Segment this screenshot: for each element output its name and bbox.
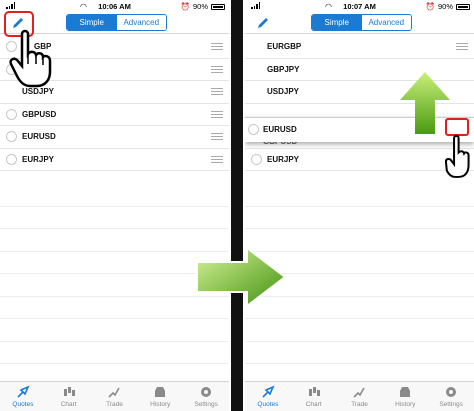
segment-simple[interactable]: Simple bbox=[312, 15, 362, 30]
settings-icon bbox=[446, 387, 457, 397]
tab-chart[interactable]: Chart bbox=[291, 382, 337, 411]
tab-history[interactable]: History bbox=[137, 382, 183, 411]
chart-icon bbox=[63, 387, 75, 396]
alarm-icon: ⏰ bbox=[180, 2, 190, 11]
drag-handle-icon[interactable] bbox=[211, 65, 223, 73]
tab-settings[interactable]: Settings bbox=[183, 382, 229, 411]
chart-icon bbox=[308, 387, 320, 396]
symbol-label: EURJPY bbox=[267, 154, 300, 164]
mode-segmented-control: Simple Advanced bbox=[66, 14, 167, 31]
segment-simple[interactable]: Simple bbox=[67, 15, 117, 30]
battery-icon bbox=[456, 3, 470, 10]
history-icon bbox=[400, 387, 411, 397]
segment-advanced[interactable]: Advanced bbox=[361, 15, 411, 30]
select-radio[interactable] bbox=[6, 108, 17, 120]
tab-bar: Quotes Chart Trade History Settings bbox=[0, 381, 229, 411]
trade-icon bbox=[353, 387, 366, 398]
tab-quotes[interactable]: Quotes bbox=[245, 382, 291, 411]
quotes-icon bbox=[262, 385, 275, 398]
tab-quotes[interactable]: Quotes bbox=[0, 382, 46, 411]
right-screen: ◠ 10:07 AM ⏰ 90% Simple Advanced EURGBP … bbox=[245, 0, 474, 411]
symbol-label: GBPUSD bbox=[22, 109, 57, 119]
list-item[interactable]: GBPUSD bbox=[0, 104, 229, 126]
symbol-label: EURUSD bbox=[22, 132, 56, 141]
right-arrow-icon bbox=[196, 246, 287, 308]
edit-pencil-icon[interactable] bbox=[256, 16, 270, 30]
left-screen: ◠ 10:06 AM ⏰ 90% Simple Advanced GBP USD… bbox=[0, 0, 229, 411]
symbol-label: EURGBP bbox=[267, 42, 302, 51]
drag-handle-icon[interactable] bbox=[456, 43, 468, 50]
tab-history[interactable]: History bbox=[382, 382, 428, 411]
battery-icon bbox=[211, 3, 225, 10]
pointing-hand-icon bbox=[9, 29, 52, 88]
battery-percent: 90% bbox=[192, 2, 208, 11]
drag-handle-icon[interactable] bbox=[211, 155, 223, 163]
nav-bar: Simple Advanced bbox=[245, 12, 474, 34]
symbol-label: GBPJPY bbox=[267, 64, 300, 74]
select-radio[interactable] bbox=[6, 131, 17, 142]
screen-divider bbox=[231, 0, 243, 411]
drag-handle-icon[interactable] bbox=[211, 88, 223, 95]
select-radio[interactable] bbox=[248, 124, 259, 135]
tab-settings[interactable]: Settings bbox=[428, 382, 474, 411]
drag-handle-icon[interactable] bbox=[211, 43, 223, 50]
quotes-icon bbox=[17, 385, 30, 398]
mode-segmented-control: Simple Advanced bbox=[311, 14, 412, 31]
trade-icon bbox=[108, 387, 121, 398]
symbol-label: USDJPY bbox=[267, 87, 300, 96]
list-item[interactable]: EURGBP bbox=[245, 36, 474, 59]
segment-advanced[interactable]: Advanced bbox=[116, 15, 166, 30]
status-bar: ◠ 10:06 AM ⏰ 90% bbox=[0, 0, 229, 12]
alarm-icon: ⏰ bbox=[425, 2, 435, 11]
tab-trade[interactable]: Trade bbox=[337, 382, 383, 411]
drag-handle-icon[interactable] bbox=[211, 133, 223, 140]
list-item[interactable]: EURJPY bbox=[245, 149, 474, 171]
list-item[interactable]: EURJPY bbox=[0, 149, 229, 171]
status-bar: ◠ 10:07 AM ⏰ 90% bbox=[245, 0, 474, 12]
battery-percent: 90% bbox=[437, 2, 453, 11]
list-item[interactable]: EURUSD bbox=[0, 126, 229, 149]
tab-chart[interactable]: Chart bbox=[46, 382, 92, 411]
drag-handle-icon[interactable] bbox=[211, 110, 223, 118]
settings-icon bbox=[201, 387, 212, 397]
history-icon bbox=[155, 387, 166, 397]
tab-trade[interactable]: Trade bbox=[92, 382, 138, 411]
tab-bar: Quotes Chart Trade History Settings bbox=[245, 381, 474, 411]
pointing-hand-icon bbox=[445, 134, 470, 178]
up-arrow-icon bbox=[400, 72, 450, 134]
symbol-label: EURJPY bbox=[22, 154, 55, 164]
select-radio[interactable] bbox=[251, 153, 262, 165]
symbol-label: EURUSD bbox=[263, 125, 297, 134]
select-radio[interactable] bbox=[6, 153, 17, 165]
